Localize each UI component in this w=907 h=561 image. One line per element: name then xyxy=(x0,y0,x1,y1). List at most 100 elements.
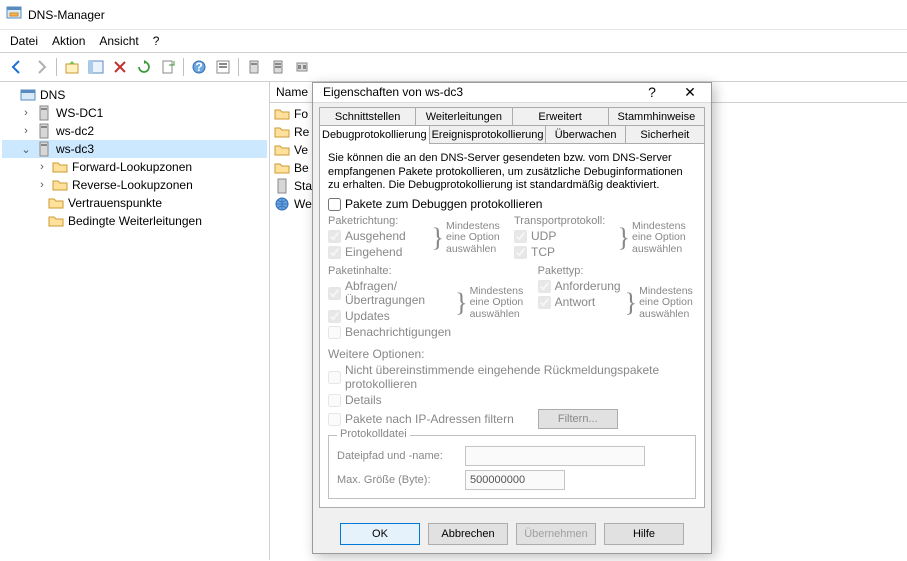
chevron-right-icon[interactable]: › xyxy=(20,125,32,137)
list-item-label: Be xyxy=(294,161,309,175)
tree-label: Reverse-Lookupzonen xyxy=(72,178,193,192)
tree-sub-1[interactable]: › Reverse-Lookupzonen xyxy=(2,176,267,194)
toolbar-server3-icon[interactable] xyxy=(291,56,313,78)
tab-erweitert[interactable]: Erweitert xyxy=(513,107,609,126)
chk-abfragen[interactable]: Abfragen/ Übertragungen xyxy=(328,279,451,307)
menu-aktion[interactable]: Aktion xyxy=(52,34,85,48)
chk-enable-debug-box[interactable] xyxy=(328,198,341,211)
toolbar-delete-icon[interactable] xyxy=(109,56,131,78)
folder-icon xyxy=(274,142,290,158)
chk-benachrichtigungen[interactable]: Benachrichtigungen xyxy=(328,325,451,339)
note-transport: }Mindestens eine Option auswählen xyxy=(618,215,696,261)
globe-icon xyxy=(274,196,290,212)
list-item-label: Fo xyxy=(294,107,308,121)
chk-unmatched[interactable]: Nicht übereinstimmende eingehende Rückme… xyxy=(328,363,696,391)
tree-sub-0[interactable]: › Forward-Lookupzonen xyxy=(2,158,267,176)
toolbar-back[interactable] xyxy=(6,56,28,78)
tree-label: DNS xyxy=(40,88,65,102)
help-button[interactable]: Hilfe xyxy=(604,523,684,545)
tree-server-2[interactable]: ⌄ ws-dc3 xyxy=(2,140,267,158)
svg-text:?: ? xyxy=(195,60,202,74)
folder-icon xyxy=(52,159,68,175)
fieldset-legend: Protokolldatei xyxy=(337,428,410,440)
ok-button[interactable]: OK xyxy=(340,523,420,545)
menu-ansicht[interactable]: Ansicht xyxy=(99,34,138,48)
chk-enable-debug[interactable]: Pakete zum Debuggen protokollieren xyxy=(328,197,696,211)
window-titlebar: DNS-Manager xyxy=(0,0,907,30)
tab-schnittstellen[interactable]: Schnittstellen xyxy=(319,107,416,126)
fieldset-logfile: Protokolldatei Dateipfad und -name: Max.… xyxy=(328,435,696,499)
folder-icon xyxy=(274,124,290,140)
note-content: }Mindestens eine Option auswählen xyxy=(455,265,533,341)
toolbar-export-icon[interactable] xyxy=(157,56,179,78)
tree-pane[interactable]: DNS › WS-DC1 › ws-dc2 ⌄ ws-dc3 › Forward… xyxy=(0,82,270,560)
tree-server-1[interactable]: › ws-dc2 xyxy=(2,122,267,140)
toolbar-server1-icon[interactable] xyxy=(243,56,265,78)
tree-label: Vertrauenspunkte xyxy=(68,196,162,210)
tab-description: Sie können die an den DNS-Server gesende… xyxy=(328,152,696,193)
list-item-label: Ve xyxy=(294,143,308,157)
cancel-button[interactable]: Abbrechen xyxy=(428,523,508,545)
toolbar-view-icon[interactable] xyxy=(85,56,107,78)
tab-sicherheit[interactable]: Sicherheit xyxy=(626,125,705,144)
chevron-right-icon[interactable]: › xyxy=(36,161,48,173)
toolbar-server2-icon[interactable] xyxy=(267,56,289,78)
dialog-help-button[interactable]: ? xyxy=(637,84,667,101)
tab-ueberwachen[interactable]: Überwachen xyxy=(546,125,625,144)
tree-server-0[interactable]: › WS-DC1 xyxy=(2,104,267,122)
tree-sub-3[interactable]: Bedingte Weiterleitungen xyxy=(2,212,267,230)
chk-updates[interactable]: Updates xyxy=(328,309,451,323)
tree-label: Forward-Lookupzonen xyxy=(72,160,192,174)
chk-eingehend[interactable]: Eingehend xyxy=(328,245,428,259)
group-transport: Transportprotokoll: xyxy=(514,215,614,227)
chk-ipfilter[interactable]: Pakete nach IP-Adressen filtern xyxy=(328,412,514,426)
chk-ausgehend[interactable]: Ausgehend xyxy=(328,229,428,243)
toolbar-props-icon[interactable] xyxy=(212,56,234,78)
tab-weiterleitungen[interactable]: Weiterleitungen xyxy=(416,107,512,126)
tree-label: WS-DC1 xyxy=(56,106,103,120)
tab-ereignisprotokollierung[interactable]: Ereignisprotokollierung xyxy=(430,125,547,144)
toolbar-up-icon[interactable] xyxy=(61,56,83,78)
input-maxsize[interactable] xyxy=(465,470,565,490)
toolbar-forward[interactable] xyxy=(30,56,52,78)
filter-button[interactable]: Filtern... xyxy=(538,409,618,429)
window-title: DNS-Manager xyxy=(28,8,105,22)
menu-bar: Datei Aktion Ansicht ? xyxy=(0,30,907,53)
toolbar-refresh-icon[interactable] xyxy=(133,56,155,78)
folder-icon xyxy=(52,177,68,193)
label-maxsize: Max. Größe (Byte): xyxy=(337,474,457,486)
dns-root-icon xyxy=(20,87,36,103)
input-path[interactable] xyxy=(465,446,645,466)
chevron-down-icon[interactable]: ⌄ xyxy=(20,143,32,156)
chk-details[interactable]: Details xyxy=(328,393,696,407)
toolbar: ? xyxy=(0,53,907,82)
tab-stammhinweise[interactable]: Stammhinweise xyxy=(609,107,705,126)
close-icon[interactable]: ✕ xyxy=(675,84,705,101)
tab-body: Sie können die an den DNS-Server gesende… xyxy=(319,143,705,508)
list-item-label: We xyxy=(294,197,312,211)
tree-label: ws-dc2 xyxy=(56,124,94,138)
tree-label: Bedingte Weiterleitungen xyxy=(68,214,202,228)
chk-antwort[interactable]: Antwort xyxy=(538,295,621,309)
chk-udp[interactable]: UDP xyxy=(514,229,614,243)
toolbar-help-icon[interactable]: ? xyxy=(188,56,210,78)
group-content: Paketinhalte: xyxy=(328,265,451,277)
tab-debugprotokollierung[interactable]: Debugprotokollierung xyxy=(319,125,430,144)
label-path: Dateipfad und -name: xyxy=(337,450,457,462)
apply-button[interactable]: Übernehmen xyxy=(516,523,596,545)
tree-label: ws-dc3 xyxy=(56,142,94,156)
group-direction: Paketrichtung: xyxy=(328,215,428,227)
list-item-label: Re xyxy=(294,125,309,139)
chk-anforderung[interactable]: Anforderung xyxy=(538,279,621,293)
dialog-titlebar: Eigenschaften von ws-dc3 ? ✕ xyxy=(313,83,711,103)
chevron-right-icon[interactable]: › xyxy=(20,107,32,119)
server-icon xyxy=(36,141,52,157)
menu-datei[interactable]: Datei xyxy=(10,34,38,48)
folder-icon xyxy=(274,106,290,122)
chevron-right-icon[interactable]: › xyxy=(36,179,48,191)
menu-help[interactable]: ? xyxy=(153,34,160,48)
tree-sub-2[interactable]: Vertrauenspunkte xyxy=(2,194,267,212)
tree-root-dns[interactable]: DNS xyxy=(2,86,267,104)
dialog-title: Eigenschaften von ws-dc3 xyxy=(323,85,463,99)
chk-tcp[interactable]: TCP xyxy=(514,245,614,259)
